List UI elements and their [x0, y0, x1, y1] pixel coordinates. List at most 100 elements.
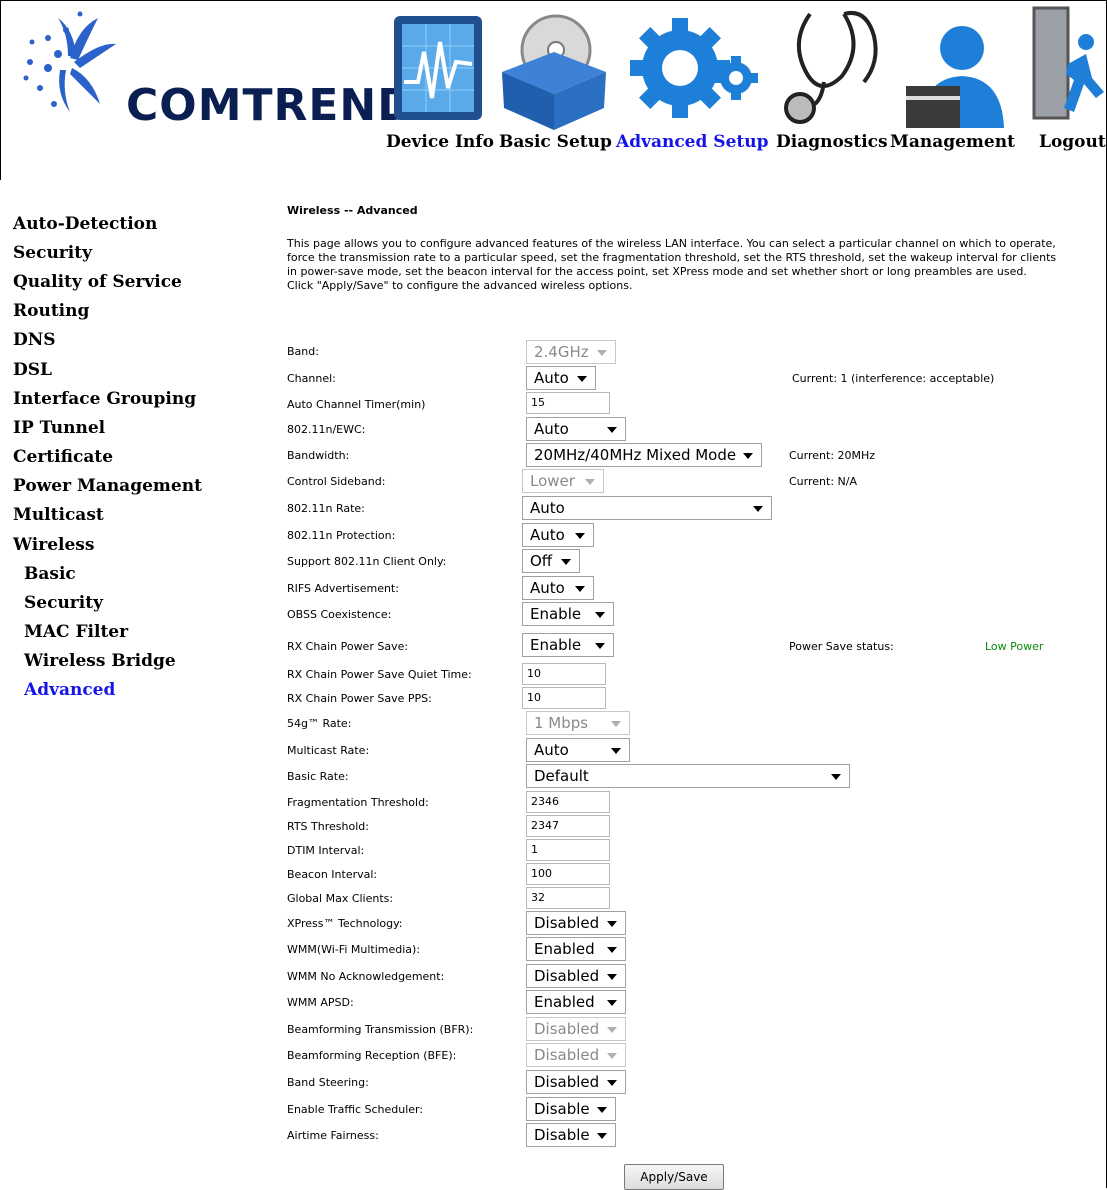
nav-certificate[interactable]: Certificate [13, 447, 113, 467]
band-value: 2.4GHz [534, 343, 589, 361]
xpress-value: Disabled [534, 914, 600, 932]
menu-basic-setup[interactable]: Basic Setup [499, 132, 612, 152]
nav-ip-tunnel[interactable]: IP Tunnel [13, 418, 105, 438]
chevron-down-icon [753, 506, 763, 512]
rx-quiet-input[interactable]: 10 [522, 663, 606, 685]
traffic-sched-select[interactable]: Disable [526, 1097, 616, 1121]
rx-chain-ps-value: Enable [530, 636, 582, 654]
chevron-down-icon [561, 559, 571, 565]
nav-power-management[interactable]: Power Management [13, 476, 202, 496]
n-rate-label: 802.11n Rate: [287, 502, 365, 515]
apply-instruction-text: Click "Apply/Save" to configure the adva… [287, 279, 633, 292]
menu-advanced-setup[interactable]: Advanced Setup [616, 132, 769, 152]
wmm-select[interactable]: Enabled [526, 937, 626, 961]
wmm-apsd-select[interactable]: Enabled [526, 990, 626, 1014]
nav-wireless-advanced[interactable]: Advanced [24, 680, 115, 700]
auto-channel-timer-label: Auto Channel Timer(min) [287, 398, 426, 411]
chevron-down-icon [743, 453, 753, 459]
rx-pps-input[interactable]: 10 [522, 687, 606, 709]
rx-quiet-label: RX Chain Power Save Quiet Time: [287, 668, 472, 681]
nav-wireless-security[interactable]: Security [24, 593, 103, 613]
airtime-label: Airtime Fairness: [287, 1129, 379, 1142]
page-title: Wireless -- Advanced [287, 204, 418, 217]
menu-logout[interactable]: Logout [1039, 132, 1106, 152]
rifs-select[interactable]: Auto [522, 576, 594, 600]
bandwidth-value: 20MHz/40MHz Mixed Mode [534, 446, 737, 464]
channel-current: Current: 1 (interference: acceptable) [792, 372, 995, 385]
bandwidth-select[interactable]: 20MHz/40MHz Mixed Mode [526, 443, 762, 467]
control-sideband-current: Current: N/A [789, 475, 857, 488]
n-client-only-label: Support 802.11n Client Only: [287, 555, 447, 568]
chevron-down-icon [585, 479, 595, 485]
stethoscope-icon[interactable] [780, 2, 892, 132]
beacon-label: Beacon Interval: [287, 868, 378, 881]
nav-dns[interactable]: DNS [13, 330, 56, 350]
obss-select[interactable]: Enable [522, 602, 614, 626]
nav-interface-grouping[interactable]: Interface Grouping [13, 389, 196, 409]
starburst-logo-icon [23, 11, 116, 112]
wmm-apsd-label: WMM APSD: [287, 996, 354, 1009]
menu-diagnostics[interactable]: Diagnostics [776, 132, 888, 152]
control-sideband-select[interactable]: Lower [522, 469, 604, 493]
wmm-noack-value: Disabled [534, 967, 600, 985]
ewc-select[interactable]: Auto [526, 417, 626, 441]
nav-wireless-basic[interactable]: Basic [24, 564, 76, 584]
chevron-down-icon [607, 1027, 617, 1033]
airtime-select[interactable]: Disable [526, 1123, 616, 1147]
nav-wireless[interactable]: Wireless [13, 535, 94, 555]
channel-select[interactable]: Auto [526, 366, 596, 390]
beacon-input[interactable]: 100 [526, 863, 610, 885]
chevron-down-icon [831, 774, 841, 780]
bandwidth-label: Bandwidth: [287, 449, 350, 462]
rx-chain-ps-select[interactable]: Enable [522, 633, 614, 657]
nav-auto-detection[interactable]: Auto-Detection [13, 214, 157, 234]
bfe-select[interactable]: Disabled [526, 1043, 626, 1067]
user-laptop-icon[interactable] [902, 2, 1018, 132]
nav-wireless-bridge[interactable]: Wireless Bridge [24, 651, 176, 671]
comtrend-logo: COMTREND [18, 8, 414, 148]
bfe-label: Beamforming Reception (BFE): [287, 1049, 457, 1062]
rx-pps-label: RX Chain Power Save PPS: [287, 692, 432, 705]
wmm-noack-select[interactable]: Disabled [526, 964, 626, 988]
xpress-select[interactable]: Disabled [526, 911, 626, 935]
chevron-down-icon [611, 721, 621, 727]
n-rate-select[interactable]: Auto [522, 496, 772, 520]
chevron-down-icon [575, 533, 585, 539]
nav-dsl[interactable]: DSL [13, 360, 52, 380]
rts-input[interactable]: 2347 [526, 815, 610, 837]
apply-save-button[interactable]: Apply/Save [624, 1164, 724, 1190]
wmm-noack-label: WMM No Acknowledgement: [287, 970, 445, 983]
airtime-value: Disable [534, 1126, 590, 1144]
dtim-input[interactable]: 1 [526, 839, 610, 861]
nav-multicast[interactable]: Multicast [13, 505, 104, 525]
nav-routing[interactable]: Routing [13, 301, 89, 321]
max-clients-input[interactable]: 32 [526, 887, 610, 909]
menu-management[interactable]: Management [890, 132, 1015, 152]
g-rate-label: 54g™ Rate: [287, 717, 352, 730]
chevron-down-icon [607, 1000, 617, 1006]
gears-icon[interactable] [630, 2, 760, 132]
multicast-rate-select[interactable]: Auto [526, 738, 630, 762]
n-client-only-select[interactable]: Off [522, 549, 580, 573]
menu-device-info[interactable]: Device Info [386, 132, 494, 152]
band-select[interactable]: 2.4GHz [526, 340, 616, 364]
nav-quality-of-service[interactable]: Quality of Service [13, 272, 182, 292]
g-rate-select[interactable]: 1 Mbps [526, 711, 630, 735]
box-disc-icon[interactable] [494, 2, 614, 132]
basic-rate-select[interactable]: Default [526, 764, 850, 788]
auto-channel-timer-input[interactable]: 15 [526, 392, 610, 414]
bfr-select[interactable]: Disabled [526, 1017, 626, 1041]
chevron-down-icon [607, 1080, 617, 1086]
frag-input[interactable]: 2346 [526, 791, 610, 813]
nav-security[interactable]: Security [13, 243, 92, 263]
nav-wireless-mac-filter[interactable]: MAC Filter [24, 622, 128, 642]
band-steering-select[interactable]: Disabled [526, 1070, 626, 1094]
chart-monitor-icon[interactable] [386, 2, 492, 132]
bfr-label: Beamforming Transmission (BFR): [287, 1023, 474, 1036]
chevron-down-icon [607, 1053, 617, 1059]
exit-door-icon[interactable] [1030, 2, 1107, 132]
n-protection-select[interactable]: Auto [522, 523, 594, 547]
n-client-only-value: Off [530, 552, 553, 570]
channel-label: Channel: [287, 372, 336, 385]
chevron-down-icon [607, 974, 617, 980]
